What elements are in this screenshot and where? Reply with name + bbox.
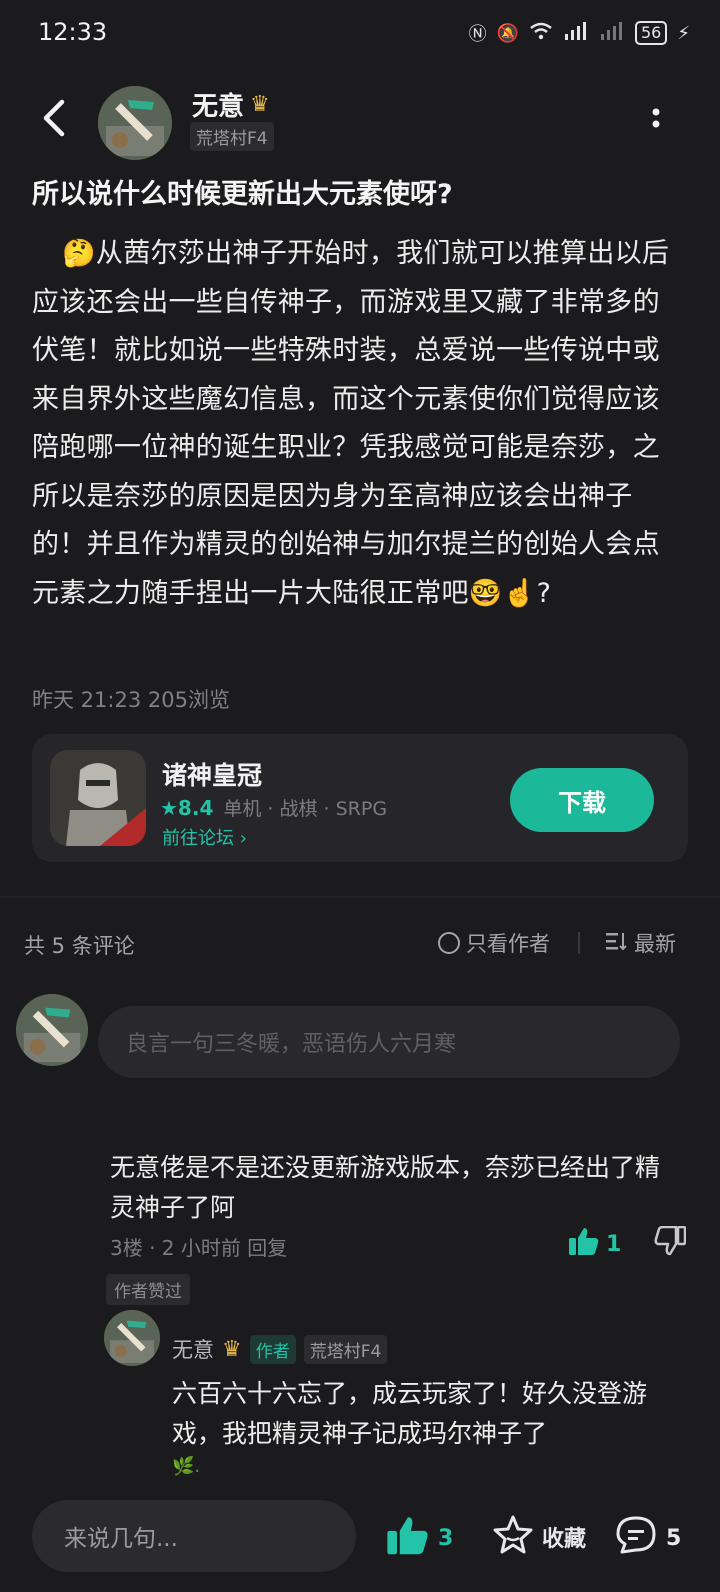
thumbs-down-icon[interactable] [654,1225,687,1256]
radio-circle-icon [438,932,460,954]
post-title: 所以说什么时候更新出大元素使呀? [32,179,453,210]
comment-input[interactable]: 良言一句三冬暖，恶语伤人六月寒 [98,1006,680,1078]
only-author-toggle[interactable]: 只看作者 [438,928,550,958]
wifi-icon [529,22,553,45]
author-level-tag: 荒塔村F4 [190,122,274,151]
only-author-label: 只看作者 [466,932,550,956]
reply-avatar[interactable] [104,1310,160,1366]
status-time: 12:33 [38,18,108,46]
back-button[interactable] [36,96,76,140]
game-score: ★8.4 [160,795,214,820]
bottom-comment-input[interactable]: 来说几句... [32,1500,356,1572]
header-separator [578,932,580,954]
status-bar: 12:33 Ⓝ 🔕 56 ⚡ [0,0,720,70]
game-rating-row: ★8.4 单机 · 战棋 · SRPG [160,794,387,821]
thumbs-up-icon [568,1226,600,1262]
reply-header: 无意 ♛ 作者 荒塔村F4 [172,1334,388,1364]
comment-meta[interactable]: 3楼 · 2 小时前 回复 [110,1232,287,1261]
reply-level-tag: 荒塔村F4 [303,1334,388,1364]
status-icons: Ⓝ 🔕 56 ⚡ [469,20,690,46]
author-tag: 作者 [249,1334,296,1364]
signal-icon [563,21,589,45]
post-meta: 昨天 21:23 205浏览 [32,688,230,712]
sort-label: 最新 [634,932,676,956]
favorite-label: 收藏 [542,1527,587,1552]
charging-icon: ⚡ [677,22,690,44]
star-icon [492,1514,534,1560]
reply-emoji: 🌿. [172,1456,201,1477]
comment-bubble-icon [614,1514,658,1562]
author-name-text: 无意 [192,92,245,122]
crown-icon: ♛ [250,92,270,117]
mute-icon: 🔕 [496,22,519,44]
sort-button[interactable]: 最新 [606,928,676,958]
signal2-icon [599,21,625,45]
game-name[interactable]: 诸神皇冠 [162,756,262,792]
author-name[interactable]: 无意 ♛ [192,86,270,123]
favorite-button[interactable]: 收藏 [492,1514,586,1560]
reply-author-name[interactable]: 无意 [172,1334,214,1364]
post-body: 🤔从茜尔莎出神子开始时，我们就可以推算出以后应该还会出一些自传神子，而游戏里又藏… [32,238,670,609]
comment-like-button[interactable]: 1 [568,1226,621,1262]
section-divider [0,896,720,898]
thumbs-up-icon [386,1514,430,1562]
comment-count: 共 5 条评论 [24,934,135,958]
game-tags: 单机 · 战棋 · SRPG [223,798,388,820]
nfc-icon: Ⓝ [468,24,487,45]
author-avatar[interactable] [98,86,172,160]
crown-icon: ♛ [222,1336,242,1362]
forum-link[interactable]: 前往论坛 › [162,824,247,850]
comment-text: 无意佬是不是还没更新游戏版本，奈莎已经出了精灵神子了阿 [110,1153,661,1222]
comment-like-count: 1 [606,1231,622,1257]
author-liked-badge: 作者赞过 [106,1274,190,1305]
comments-count: 5 [666,1525,682,1551]
post-like-count: 3 [438,1525,454,1551]
comments-button[interactable]: 5 [614,1514,681,1562]
download-button[interactable]: 下载 [510,768,654,832]
sort-icon [606,931,628,956]
game-icon[interactable] [50,750,146,846]
reply-text: 六百六十六忘了，成云玩家了！好久没登游戏，我把精灵神子记成玛尔神子了 [172,1379,648,1448]
my-avatar [16,994,88,1066]
more-options-icon[interactable] [648,104,664,140]
battery-icon: 56 [635,21,668,45]
post-like-button[interactable]: 3 [386,1514,453,1562]
